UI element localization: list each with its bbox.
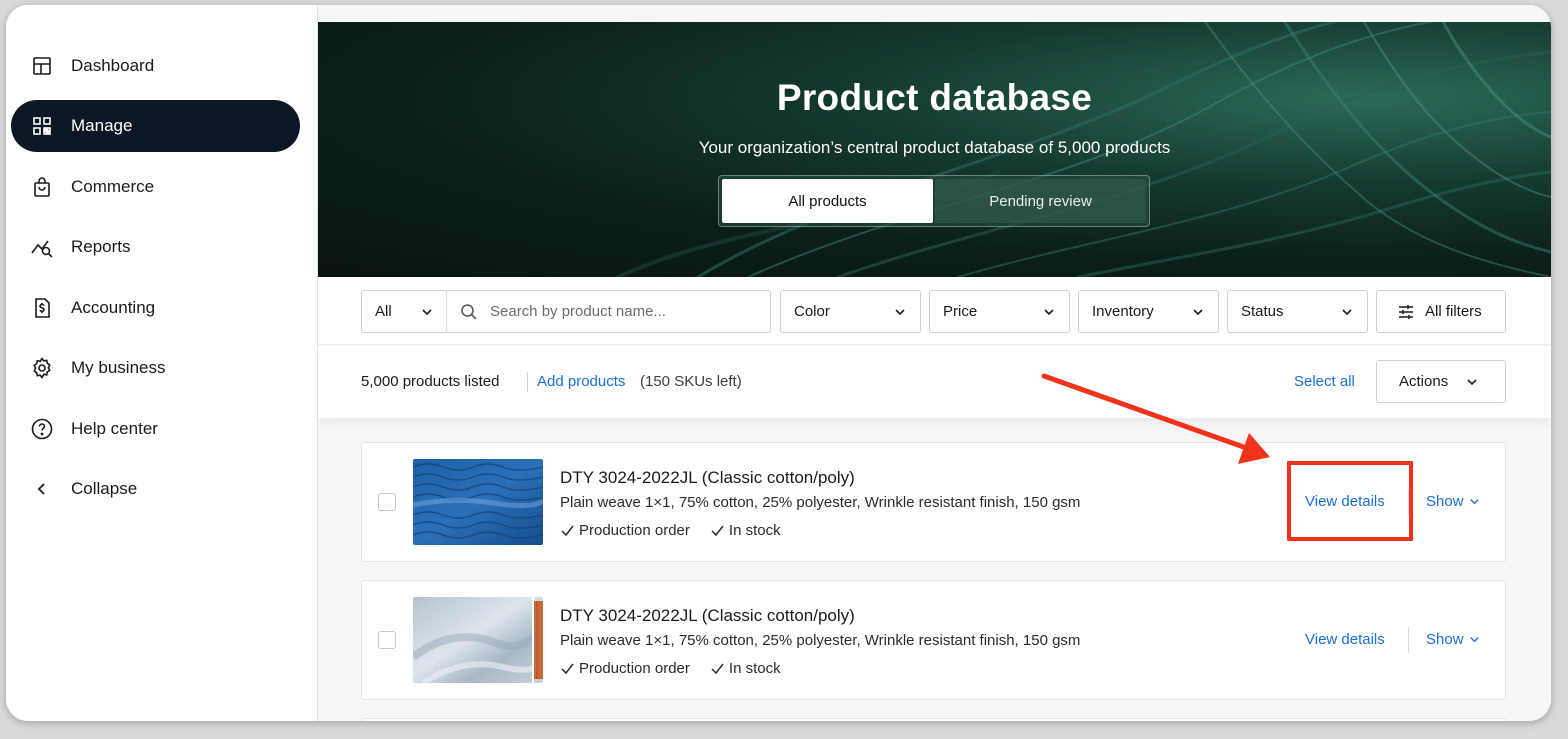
product-tags: Production order In stock xyxy=(560,660,801,677)
qr-grid-icon xyxy=(33,117,51,135)
product-checkbox[interactable] xyxy=(378,631,396,649)
product-thumbnail-blue-fabric xyxy=(413,459,543,545)
checkmark-icon xyxy=(561,525,574,537)
in-stock-tag: In stock xyxy=(710,522,781,539)
divider xyxy=(527,372,528,392)
checkmark-icon xyxy=(561,663,574,675)
actions-label: Actions xyxy=(1399,373,1449,390)
help-circle-icon xyxy=(31,418,53,440)
sidebar-item-help-center[interactable]: Help center xyxy=(11,403,300,455)
chevron-down-icon xyxy=(1467,379,1477,386)
chevron-left-icon xyxy=(37,483,45,495)
checkmark-icon xyxy=(711,663,724,675)
divider xyxy=(1408,627,1409,653)
product-thumbnail-grey-fabric xyxy=(413,597,543,683)
skus-left-text: (150 SKUs left) xyxy=(640,373,742,390)
product-tags: Production order In stock xyxy=(560,522,801,539)
sidebar-item-commerce[interactable]: Commerce xyxy=(11,161,300,213)
layout-icon xyxy=(33,57,51,75)
sidebar-item-label: Manage xyxy=(71,116,133,135)
inventory-filter[interactable]: Inventory xyxy=(1078,290,1219,333)
page-subtitle: Your organization’s central product data… xyxy=(698,138,1171,157)
shopping-bag-icon xyxy=(34,177,50,197)
search-icon xyxy=(461,304,477,320)
production-order-tag: Production order xyxy=(560,522,690,539)
chevron-down-icon xyxy=(895,309,905,316)
sidebar-item-label: Help center xyxy=(71,419,158,438)
select-all-link[interactable]: Select all xyxy=(1294,373,1355,390)
sidebar-item-label: Reports xyxy=(71,237,131,256)
product-title: DTY 3024-2022JL (Classic cotton/poly) xyxy=(560,606,855,625)
chevron-down-icon xyxy=(1193,309,1203,316)
product-card: DTY 3024-2022JL (Classic cotton/poly) Pl… xyxy=(361,580,1506,700)
in-stock-tag: In stock xyxy=(710,660,781,677)
gear-icon xyxy=(33,357,51,379)
tag-label: In stock xyxy=(728,522,781,539)
page-title: Product database xyxy=(776,77,1093,118)
product-checkbox[interactable] xyxy=(378,493,396,511)
filter-bar: All Color Price Inventory Status xyxy=(318,277,1551,345)
add-products-link[interactable]: Add products xyxy=(537,373,625,390)
tab-pending-review[interactable]: Pending review xyxy=(935,179,1146,223)
inventory-filter-label: Inventory xyxy=(1092,303,1154,320)
price-filter-label: Price xyxy=(943,303,978,320)
sidebar-item-label: Accounting xyxy=(71,298,156,317)
chevron-down-icon xyxy=(422,309,432,316)
color-filter-label: Color xyxy=(794,303,830,320)
sidebar-item-label: Collapse xyxy=(71,479,138,498)
tag-label: In stock xyxy=(728,660,781,677)
product-description: Plain weave 1×1, 75% cotton, 25% polyest… xyxy=(560,494,1081,511)
show-label: Show xyxy=(1426,631,1464,648)
status-filter-label: Status xyxy=(1241,303,1284,320)
sidebar-item-collapse[interactable]: Collapse xyxy=(11,463,300,515)
sidebar-item-label: My business xyxy=(71,358,166,377)
main-content: Product database Your organization’s cen… xyxy=(318,5,1551,721)
sliders-icon xyxy=(1399,305,1413,319)
tag-label: Production order xyxy=(579,522,690,539)
dollar-file-icon xyxy=(35,298,50,318)
checkmark-icon xyxy=(711,525,724,537)
color-filter[interactable]: Color xyxy=(780,290,921,333)
show-more-button[interactable]: Show xyxy=(1426,493,1480,510)
hero-banner: Product database Your organization’s cen… xyxy=(318,22,1551,277)
view-details-link[interactable]: View details xyxy=(1305,631,1385,648)
scope-select[interactable]: All xyxy=(361,290,448,333)
sidebar-item-my-business[interactable]: My business xyxy=(11,342,300,394)
sidebar-item-reports[interactable]: Reports xyxy=(11,221,300,273)
tag-label: Production order xyxy=(579,660,690,677)
price-filter[interactable]: Price xyxy=(929,290,1070,333)
show-more-button[interactable]: Show xyxy=(1426,631,1480,648)
products-count: 5,000 products listed xyxy=(361,373,500,390)
all-filters-button[interactable]: All filters xyxy=(1376,290,1506,333)
sidebar-item-manage[interactable]: Manage xyxy=(11,100,300,152)
chevron-down-icon xyxy=(1342,309,1352,316)
sidebar-item-label: Dashboard xyxy=(71,56,155,75)
annotation-highlight-box xyxy=(1287,461,1413,541)
product-view-toggle: All products Pending review xyxy=(718,175,1150,227)
all-filters-label: All filters xyxy=(1425,303,1482,320)
show-label: Show xyxy=(1426,493,1464,510)
status-filter[interactable]: Status xyxy=(1227,290,1368,333)
product-description: Plain weave 1×1, 75% cotton, 25% polyest… xyxy=(560,632,1081,649)
sidebar-item-label: Commerce xyxy=(71,177,155,196)
chevron-down-icon xyxy=(1044,309,1054,316)
chevron-down-icon xyxy=(1469,499,1479,505)
search-box xyxy=(446,290,771,333)
scope-select-value: All xyxy=(375,303,392,320)
results-summary-bar: 5,000 products listed Add products (150 … xyxy=(318,346,1551,418)
actions-dropdown[interactable]: Actions xyxy=(1376,360,1506,403)
sidebar-item-accounting[interactable]: Accounting xyxy=(11,282,300,334)
search-input[interactable] xyxy=(490,291,760,332)
product-card xyxy=(361,718,1506,721)
sidebar-item-dashboard[interactable]: Dashboard xyxy=(11,40,300,92)
production-order-tag: Production order xyxy=(560,660,690,677)
product-title: DTY 3024-2022JL (Classic cotton/poly) xyxy=(560,468,855,487)
trend-search-icon xyxy=(31,240,53,258)
app-window: Dashboard Manage Commerce Reports Accoun… xyxy=(6,5,1551,721)
sidebar: Dashboard Manage Commerce Reports Accoun… xyxy=(6,5,318,721)
chevron-down-icon xyxy=(1469,637,1479,643)
tab-all-products[interactable]: All products xyxy=(722,179,933,223)
